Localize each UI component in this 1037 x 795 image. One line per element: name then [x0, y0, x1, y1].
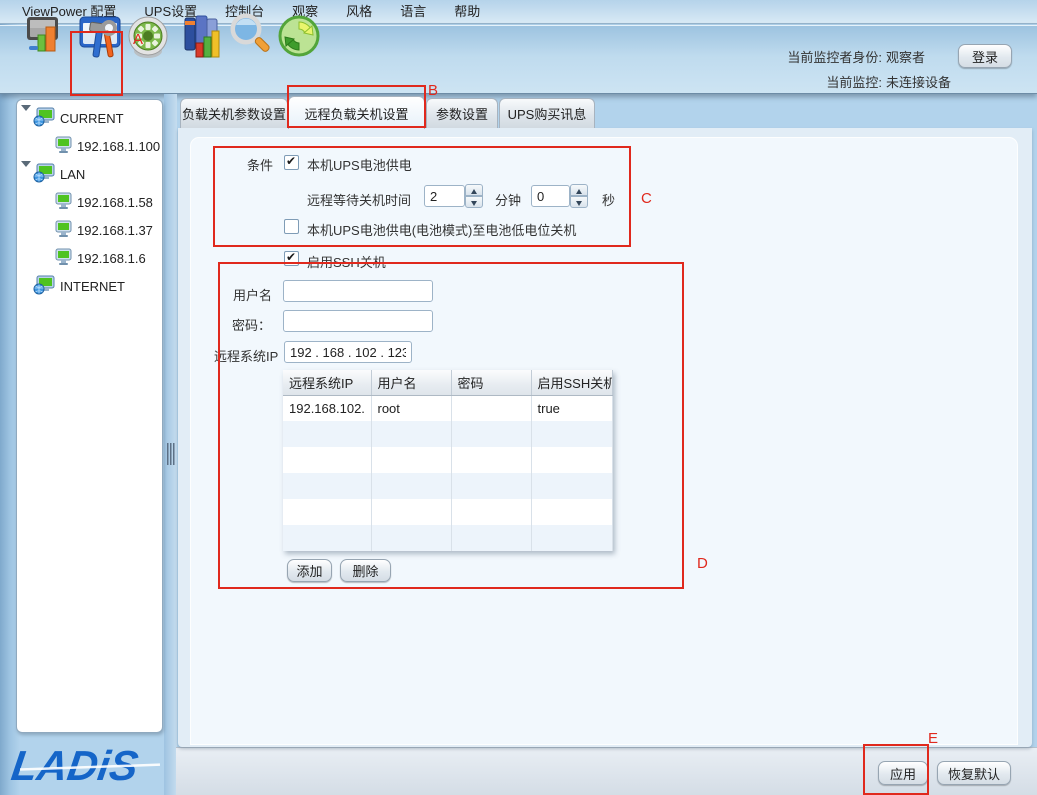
remote-ip-input[interactable]	[284, 341, 412, 363]
tree-item-device[interactable]: 192.168.1.6	[17, 244, 162, 272]
restore-default-button[interactable]: 恢复默认	[937, 761, 1011, 785]
tree-item-label: LAN	[60, 167, 85, 182]
table-empty-row[interactable]	[283, 447, 612, 473]
configuration-tools-icon[interactable]	[78, 11, 122, 59]
condition-label: 条件	[247, 155, 273, 174]
cell-ssh-enabled[interactable]: true	[531, 395, 612, 421]
menu-language[interactable]: 语言	[386, 0, 440, 24]
identity-value: 观察者	[886, 47, 925, 66]
monitor-value: 未连接设备	[886, 72, 951, 91]
spin-up-icon[interactable]	[570, 184, 588, 196]
tree-item-label: 192.168.1.58	[77, 195, 153, 210]
spin-down-icon[interactable]	[465, 196, 483, 208]
monitor-label: 当前监控:	[760, 72, 882, 91]
col-password[interactable]: 密码	[451, 370, 531, 395]
splitter-grip-icon[interactable]	[167, 443, 175, 468]
ssh-enable-label: 启用SSH关机	[307, 252, 386, 271]
ssh-hosts-table: 远程系统IP 用户名 密码 启用SSH关机 192.168.102. root …	[283, 370, 613, 551]
table-row[interactable]: 192.168.102. root true	[283, 395, 612, 421]
tree-item-lan[interactable]: LAN	[17, 160, 162, 188]
menu-style[interactable]: 风格	[332, 0, 386, 24]
seconds-unit-label: 秒	[602, 190, 615, 209]
device-tree-panel: CURRENT 192.168.1.100 LAN 192.168.1.58	[16, 99, 163, 733]
device-icon	[55, 220, 72, 241]
table-empty-row[interactable]	[283, 473, 612, 499]
tab-remote-load-shutdown[interactable]: 远程负载关机设置	[288, 96, 425, 129]
seconds-spinner	[570, 184, 588, 208]
network-group-icon	[33, 275, 55, 298]
monitor-view-icon[interactable]	[26, 13, 70, 61]
low-battery-checkbox[interactable]	[284, 219, 299, 234]
low-battery-label: 本机UPS电池供电(电池模式)至电池低电位关机	[307, 220, 576, 239]
wait-minutes-input[interactable]	[424, 185, 465, 207]
remote-ip-label: 远程系统IP	[214, 346, 278, 365]
password-label: 密码：	[232, 315, 271, 334]
device-icon	[55, 248, 72, 269]
tree-item-label: INTERNET	[60, 279, 125, 294]
tree-item-device[interactable]: 192.168.1.37	[17, 216, 162, 244]
device-icon	[55, 192, 72, 213]
network-group-icon	[33, 163, 55, 186]
tree-item-current[interactable]: CURRENT	[17, 104, 162, 132]
table-empty-row[interactable]	[283, 421, 612, 447]
battery-power-label: 本机UPS电池供电	[307, 155, 412, 174]
tree-item-device[interactable]: 192.168.1.100	[17, 132, 162, 160]
username-input[interactable]	[283, 280, 433, 302]
tree-item-label: CURRENT	[60, 111, 124, 126]
cell-remote-ip[interactable]: 192.168.102.	[283, 395, 371, 421]
tree-item-label: 192.168.1.37	[77, 223, 153, 238]
panel-splitter[interactable]	[164, 94, 177, 795]
viewpower-window: ViewPower 配置 UPS设置 控制台 观察 风格 语言 帮助	[0, 0, 1037, 795]
tree-item-device[interactable]: 192.168.1.58	[17, 188, 162, 216]
ssh-enable-checkbox[interactable]	[284, 251, 299, 266]
col-username[interactable]: 用户名	[371, 370, 451, 395]
menu-help[interactable]: 帮助	[440, 0, 494, 24]
refresh-sync-icon[interactable]	[276, 13, 320, 61]
table-empty-row[interactable]	[283, 525, 612, 551]
tree-item-internet[interactable]: INTERNET	[17, 272, 162, 300]
cell-username[interactable]: root	[371, 395, 451, 421]
cell-password[interactable]	[451, 395, 531, 421]
tree-item-label: 192.168.1.100	[77, 139, 160, 154]
minutes-unit-label: 分钟	[495, 190, 521, 209]
minutes-spinner	[465, 184, 483, 208]
tab-ups-purchase-info[interactable]: UPS购买讯息	[499, 98, 595, 128]
battery-power-checkbox[interactable]	[284, 155, 299, 170]
table-header-row: 远程系统IP 用户名 密码 启用SSH关机	[283, 370, 612, 395]
expander-icon[interactable]	[21, 167, 31, 182]
tab-parameter-settings[interactable]: 参数设置	[426, 98, 498, 128]
login-button[interactable]: 登录	[958, 44, 1012, 68]
tree-item-label: 192.168.1.6	[77, 251, 146, 266]
search-magnifier-icon[interactable]	[228, 13, 272, 61]
identity-label: 当前监控者身份:	[760, 47, 882, 66]
username-label: 用户名	[233, 285, 272, 304]
col-ssh-enabled[interactable]: 启用SSH关机	[531, 370, 612, 395]
control-gear-icon[interactable]	[126, 15, 170, 63]
spin-up-icon[interactable]	[465, 184, 483, 196]
add-button[interactable]: 添加	[287, 559, 332, 582]
table-empty-row[interactable]	[283, 499, 612, 525]
network-group-icon	[33, 107, 55, 130]
password-input[interactable]	[283, 310, 433, 332]
expander-icon[interactable]	[21, 111, 31, 126]
wait-seconds-input[interactable]	[531, 185, 570, 207]
log-books-icon[interactable]	[182, 13, 226, 61]
tab-load-shutdown-params[interactable]: 负载关机参数设置	[180, 98, 288, 128]
apply-button[interactable]: 应用	[878, 761, 928, 785]
delete-button[interactable]: 删除	[340, 559, 391, 582]
wait-time-label: 远程等待关机时间	[307, 190, 411, 209]
spin-down-icon[interactable]	[570, 196, 588, 208]
col-remote-ip[interactable]: 远程系统IP	[283, 370, 371, 395]
ladis-logo: LADiS	[6, 736, 170, 792]
device-icon	[55, 136, 72, 157]
